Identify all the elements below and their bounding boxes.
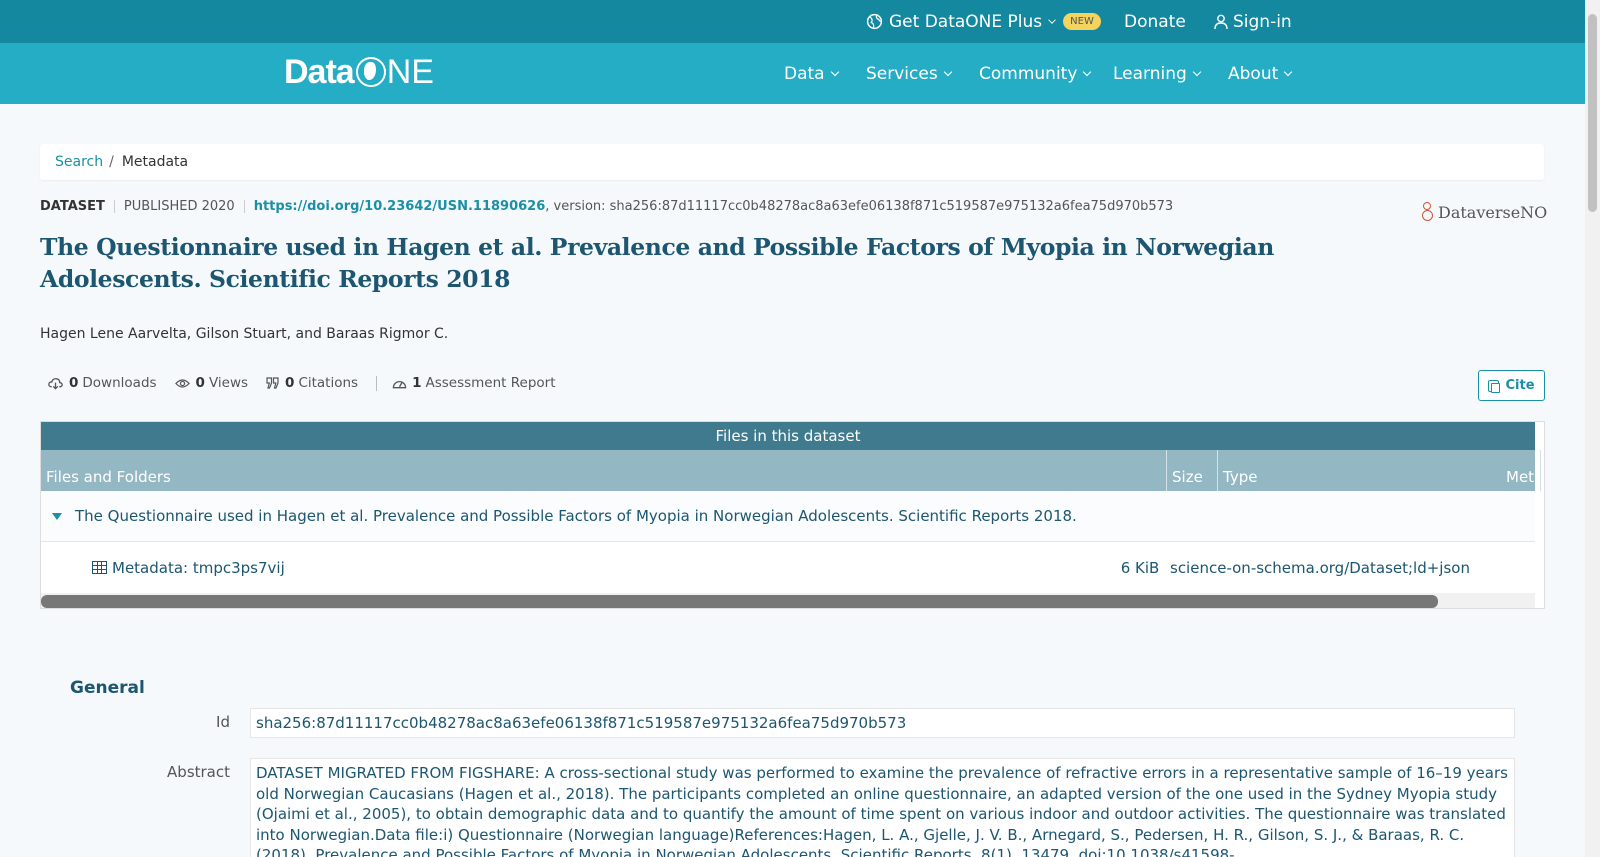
nav-item-services[interactable]: Services <box>866 43 952 104</box>
version-text: , version: sha256:87d11117cc0b48278ac8a6… <box>545 199 1174 214</box>
file-name[interactable]: Metadata: tmpc3ps7vij <box>112 559 1115 577</box>
breadcrumb-separator: / <box>109 154 114 170</box>
logo-text-ne: NE <box>386 52 434 91</box>
dataset-metrics: 0 Downloads 0 Views 0 Citations 1 Assess… <box>48 375 574 391</box>
page-scrollbar-thumb[interactable] <box>1588 14 1597 212</box>
id-field-value: sha256:87d11117cc0b48278ac8a63efe06138f8… <box>250 708 1515 738</box>
views-count: 0 <box>195 375 205 391</box>
dataverseno-logo-text: DataverseNO <box>1438 202 1548 222</box>
general-section-title: General <box>70 678 145 698</box>
chevron-down-icon <box>1048 15 1056 24</box>
published-label: PUBLISHED 2020 <box>123 199 235 214</box>
file-size: 6 KiB <box>1120 558 1160 577</box>
chevron-down-icon <box>1192 67 1202 76</box>
user-icon <box>1214 14 1228 29</box>
files-table-title: Files in this dataset <box>41 422 1535 450</box>
utility-bar <box>0 0 1585 43</box>
table-icon <box>92 561 107 574</box>
nav-item-community[interactable]: Community <box>979 43 1092 104</box>
breadcrumb-current: Metadata <box>121 154 189 170</box>
donate-link[interactable]: Donate <box>1124 0 1186 43</box>
folder-row[interactable]: The Questionnaire used in Hagen et al. P… <box>41 491 1535 542</box>
chevron-down-icon <box>943 67 952 76</box>
nav-item-data[interactable]: Data <box>784 43 839 104</box>
files-table-columns: Files and Folders Size Type Met <box>41 450 1541 491</box>
abstract-field-label: Abstract <box>167 763 230 781</box>
abstract-field-value: DATASET MIGRATED FROM FIGSHARE: A cross-… <box>250 758 1515 857</box>
logo-text-data: Data <box>284 52 355 91</box>
dataset-meta-line: DATASET PUBLISHED 2020 https://doi.org/1… <box>40 199 1173 214</box>
cite-button[interactable]: Cite <box>1478 370 1545 401</box>
column-type[interactable]: Type <box>1218 450 1541 491</box>
dataverseno-logo[interactable]: DataverseNO <box>1422 198 1547 226</box>
donate-label: Donate <box>1124 11 1186 32</box>
quote-icon <box>266 377 279 389</box>
citations-label: Citations <box>298 375 359 391</box>
assessment-label: Assessment Report <box>425 375 556 391</box>
caret-down-icon[interactable] <box>52 512 62 520</box>
dataset-title: The Questionnaire used in Hagen et al. P… <box>40 233 1274 293</box>
files-scrollbar-thumb[interactable] <box>41 595 1438 608</box>
meta-divider <box>243 200 245 213</box>
sign-in-link[interactable]: Sign-in <box>1214 0 1292 43</box>
nav-item-label: Services <box>866 63 938 84</box>
file-row[interactable]: Metadata: tmpc3ps7vij 6 KiB science-on-s… <box>41 542 1535 593</box>
chevron-down-icon <box>1284 67 1293 76</box>
id-field-label: Id <box>216 713 230 731</box>
column-files-and-folders[interactable]: Files and Folders <box>41 450 1167 491</box>
copy-icon <box>1488 379 1501 393</box>
downloads-label: Downloads <box>82 375 157 391</box>
sign-in-label: Sign-in <box>1233 11 1292 32</box>
nav-item-learning[interactable]: Learning <box>1113 43 1202 104</box>
logo-globe-icon <box>355 57 386 87</box>
files-table: Files in this dataset Files and Folders … <box>40 421 1545 609</box>
dataone-logo[interactable]: Data NE <box>284 53 434 91</box>
views-metric[interactable]: 0 Views <box>174 375 249 391</box>
downloads-metric[interactable]: 0 Downloads <box>48 375 157 391</box>
get-dataone-plus-label: Get DataONE Plus <box>889 11 1043 32</box>
gauge-icon <box>392 380 407 389</box>
dataverseno-mark-icon <box>1422 200 1434 224</box>
breadcrumb-search-link[interactable]: Search <box>55 154 103 170</box>
assessment-report-metric[interactable]: 1 Assessment Report <box>392 375 556 391</box>
citations-metric[interactable]: 0 Citations <box>266 375 358 391</box>
cloud-download-icon <box>48 377 63 390</box>
folder-name: The Questionnaire used in Hagen et al. P… <box>75 507 1077 525</box>
files-horizontal-scrollbar[interactable] <box>41 593 1535 608</box>
file-type: science-on-schema.org/Dataset;ld+json <box>1170 558 1470 577</box>
nav-item-about[interactable]: About <box>1228 43 1293 104</box>
chevron-down-icon <box>1083 67 1092 76</box>
cite-button-label: Cite <box>1505 378 1535 393</box>
metrics-divider <box>376 375 378 391</box>
globe-icon <box>866 13 883 30</box>
doi-link[interactable]: https://doi.org/10.23642/USN.11890626 <box>254 199 546 214</box>
chevron-down-icon <box>830 67 839 76</box>
meta-divider <box>113 200 115 213</box>
nav-item-label: Learning <box>1113 63 1187 84</box>
views-label: Views <box>208 375 249 391</box>
nav-item-label: Community <box>979 63 1078 84</box>
eye-icon <box>174 378 190 388</box>
dataset-type-label: DATASET <box>40 199 105 214</box>
nav-item-label: About <box>1228 63 1279 84</box>
breadcrumb: Search / Metadata <box>40 144 1544 180</box>
column-metadata[interactable]: Met <box>1501 450 1541 491</box>
new-badge: NEW <box>1063 13 1101 30</box>
get-dataone-plus-menu[interactable]: Get DataONE Plus NEW <box>866 0 1101 43</box>
downloads-count: 0 <box>69 375 79 391</box>
assessment-count: 1 <box>412 375 422 391</box>
citations-count: 0 <box>285 375 295 391</box>
nav-item-label: Data <box>784 63 825 84</box>
page-scrollbar[interactable] <box>1585 0 1600 857</box>
column-size[interactable]: Size <box>1167 450 1218 491</box>
dataset-authors: Hagen Lene Aarvelta, Gilson Stuart, and … <box>40 326 449 342</box>
